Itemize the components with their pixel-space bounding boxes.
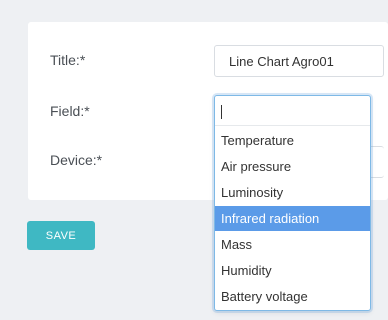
title-input[interactable]: Line Chart Agro01 [214,45,384,77]
title-input-value: Line Chart Agro01 [229,54,334,69]
field-option-infrared-radiation[interactable]: Infrared radiation [215,206,370,231]
field-label: Field:* [50,103,90,119]
field-option-mass[interactable]: Mass [215,232,370,257]
field-option-air-pressure[interactable]: Air pressure [215,154,370,179]
field-search-input[interactable] [215,96,370,126]
save-button[interactable]: SAVE [27,221,95,250]
field-option-humidity[interactable]: Humidity [215,258,370,283]
widget-form-page: Title:* Line Chart Agro01 Field:* Device… [0,0,388,320]
title-label: Title:* [50,52,86,68]
field-select-dropdown[interactable]: Temperature Air pressure Luminosity Infr… [214,95,371,311]
field-option-battery-voltage[interactable]: Battery voltage [215,284,370,309]
field-option-temperature[interactable]: Temperature [215,128,370,153]
text-caret [221,105,222,119]
field-option-luminosity[interactable]: Luminosity [215,180,370,205]
device-label: Device:* [50,152,103,168]
